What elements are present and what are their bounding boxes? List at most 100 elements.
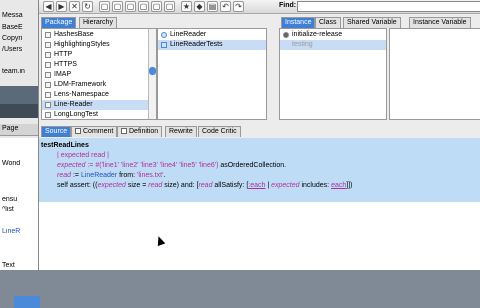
undo-icon[interactable]: ↶ [220,1,231,12]
window-icon[interactable]: ▢ [138,1,149,12]
item-label: initialize-release [292,31,343,38]
code-token: includes: [299,182,332,189]
close-icon[interactable]: ✕ [69,1,80,12]
package-icon [45,52,51,58]
protocol-list[interactable]: initialize-release testing [279,28,387,120]
list-item-selected[interactable]: LineReaderTests [158,40,266,50]
item-label: LineReaderTests [170,41,223,48]
tag-icon[interactable]: ◆ [194,1,205,12]
item-label: HighlightingStyles [54,41,110,48]
list-item-selected[interactable]: testing [280,40,386,50]
tab-definition[interactable]: Definition [117,126,163,137]
list-item[interactable]: Lens-Namespace [42,90,148,100]
window-icon[interactable]: ▢ [99,1,110,12]
code-token: asOrderedCollection. [220,162,287,169]
tab-label: Source [45,128,68,135]
package-scrollbar[interactable] [148,29,156,119]
package-icon [45,82,51,88]
tab-label: Code Critic [202,128,237,135]
back-icon[interactable]: ◀ [43,1,54,12]
mouse-cursor-icon [154,234,166,247]
comment-icon [75,128,81,134]
bg-line: Messa [2,12,23,19]
list-item[interactable]: LineReader [158,30,266,40]
code-token: allSatisfy: [ [212,182,249,189]
tab-comment[interactable]: Comment [71,126,118,137]
class-list[interactable]: LineReader LineReaderTests [157,28,267,120]
code-token: 'lines.txt' [137,172,164,179]
scroll-thumb[interactable] [149,67,156,75]
bg-dark-strip [0,86,38,104]
package-icon [45,72,51,78]
code-token: self assert: (( [57,182,98,189]
window-icon[interactable]: ▢ [151,1,162,12]
background-window: Messa BaseE Copyri /Users team.in Page W… [0,0,40,308]
list-item[interactable]: HashesBase [42,30,148,40]
bg-line: Copyri [2,35,23,42]
tab-source[interactable]: Source [41,126,72,137]
bg-tabbar: Page [0,124,40,136]
item-label: LongLongTest [54,111,98,118]
bg-line: BaseE [2,24,23,31]
list-item[interactable]: LongLongTest [42,110,148,119]
code-line: | expected read | [57,152,109,159]
window-icon[interactable]: ▢ [164,1,175,12]
forward-icon[interactable]: ▶ [56,1,67,12]
clipboard-icon[interactable]: ▤ [207,1,218,12]
package-icon [45,112,51,118]
tab-label: Instance [285,19,312,26]
bg-line: team.in [2,68,25,75]
find-label: Find: [279,2,297,9]
find-input[interactable] [297,1,480,12]
tab-package[interactable]: Package [41,17,77,28]
code-token: . [163,172,166,179]
bg-selection [14,296,40,308]
code-token: expected [97,182,126,189]
tab-rewrite[interactable]: Rewrite [165,126,197,137]
code-editor[interactable]: testReadLines | expected read | expected… [39,138,480,270]
browser-window: ◀ ▶ ✕ ↻ ▢ ▢ ▢ ▢ ▢ ▢ ★ ◆ ▤ ↶ ↷ Find: Pack… [38,0,480,270]
bg-line: LineR [2,228,21,235]
tab-label: Definition [129,128,159,135]
list-item-selected[interactable]: Line-Reader [42,100,148,110]
star-icon[interactable]: ★ [181,1,192,12]
tab-code-critic[interactable]: Code Critic [198,126,241,137]
list-item[interactable]: HighlightingStyles [42,40,148,50]
method-list[interactable] [389,28,480,120]
code-token: := [71,172,81,179]
code-selection [39,138,480,202]
tab-class[interactable]: Class [315,17,341,28]
list-item[interactable]: HTTP [42,50,148,60]
code-token: | expected read | [57,152,109,159]
window-icon[interactable]: ▢ [125,1,136,12]
package-icon [45,92,51,98]
list-item[interactable]: initialize-release [280,30,386,40]
tab-instance-variable[interactable]: Instance Variable [409,17,471,28]
tab-shared-variable[interactable]: Shared Variable [343,17,401,28]
package-list[interactable]: HashesBase HighlightingStyles HTTP HTTPS… [41,28,157,120]
item-label: IMAP [54,71,72,78]
list-item[interactable]: LDM-Framework [42,80,148,90]
package-icon [45,62,51,68]
refresh-icon[interactable]: ↻ [82,1,93,12]
item-label: Lens-Namespace [54,91,109,98]
code-token: ]]) [346,182,353,189]
tab-instance[interactable]: Instance [281,17,316,28]
item-label: LineReader [170,31,207,38]
window-icon[interactable]: ▢ [112,1,123,12]
list-item[interactable]: HTTPS [42,60,148,70]
toolbar: ◀ ▶ ✕ ↻ ▢ ▢ ▢ ▢ ▢ ▢ ★ ◆ ▤ ↶ ↷ Find: [39,0,480,14]
code-token: expected [271,182,300,189]
class-tabbar: Instance Class Shared Variable Instance … [281,17,480,28]
class-icon [161,32,167,38]
item-label: Line-Reader [54,101,93,108]
tab-hierarchy[interactable]: Hierarchy [79,17,117,28]
tab-label: Class [319,19,337,26]
editor-tabbar: Source Comment Definition Rewrite Code C… [41,126,480,137]
code-token: LineReader [80,172,118,179]
redo-icon[interactable]: ↷ [233,1,244,12]
package-tabbar: Package Hierarchy [41,17,161,28]
list-item[interactable]: IMAP [42,70,148,80]
tab-label: Shared Variable [347,19,397,26]
bg-line: ensu [2,196,18,203]
